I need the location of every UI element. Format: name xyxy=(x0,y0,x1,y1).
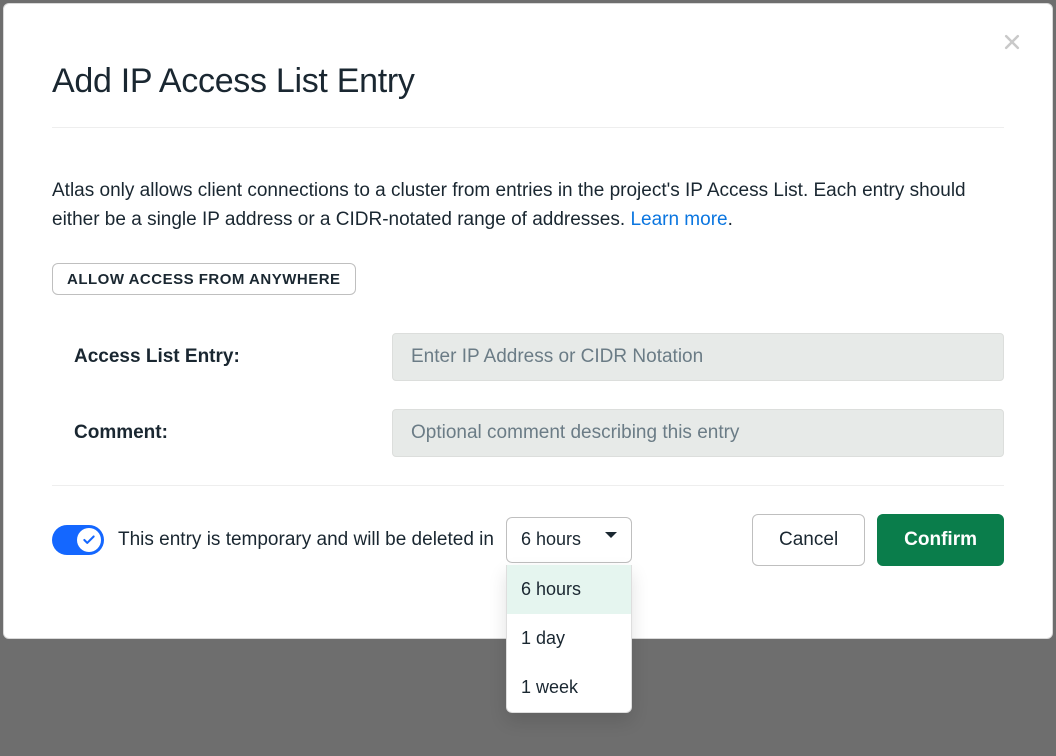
access-entry-row: Access List Entry: xyxy=(52,333,1004,381)
add-ip-access-modal: Add IP Access List Entry Atlas only allo… xyxy=(3,3,1053,639)
expiry-dropdown: 6 hours 1 day 1 week xyxy=(506,565,632,713)
learn-more-link[interactable]: Learn more xyxy=(630,209,727,230)
chevron-down-icon xyxy=(605,532,617,538)
modal-title: Add IP Access List Entry xyxy=(52,62,1004,101)
modal-footer: This entry is temporary and will be dele… xyxy=(52,486,1004,566)
allow-access-anywhere-button[interactable]: ALLOW ACCESS FROM ANYWHERE xyxy=(52,263,356,295)
expiry-option-1-week[interactable]: 1 week xyxy=(507,663,631,712)
footer-buttons: Cancel Confirm xyxy=(752,514,1004,566)
comment-input[interactable] xyxy=(392,409,1004,457)
expiry-option-1-day[interactable]: 1 day xyxy=(507,614,631,663)
expiry-option-6-hours[interactable]: 6 hours xyxy=(507,565,631,614)
comment-row: Comment: xyxy=(52,409,1004,457)
access-entry-label: Access List Entry: xyxy=(52,346,392,368)
comment-label: Comment: xyxy=(52,422,392,444)
cancel-button[interactable]: Cancel xyxy=(752,514,865,566)
expiry-selected-value: 6 hours xyxy=(521,529,581,550)
modal-description: Atlas only allows client connections to … xyxy=(52,176,1004,235)
form: Access List Entry: Comment: xyxy=(52,333,1004,457)
expiry-select[interactable]: 6 hours 6 hours 1 day 1 week xyxy=(506,517,632,563)
expiry-select-box[interactable]: 6 hours xyxy=(506,517,632,563)
temporary-label: This entry is temporary and will be dele… xyxy=(118,529,494,551)
confirm-button[interactable]: Confirm xyxy=(877,514,1004,566)
access-entry-input[interactable] xyxy=(392,333,1004,381)
close-icon[interactable] xyxy=(1000,30,1024,54)
check-icon xyxy=(82,533,96,547)
description-text: Atlas only allows client connections to … xyxy=(52,180,966,230)
temporary-toggle[interactable] xyxy=(52,525,104,555)
divider xyxy=(52,127,1004,128)
